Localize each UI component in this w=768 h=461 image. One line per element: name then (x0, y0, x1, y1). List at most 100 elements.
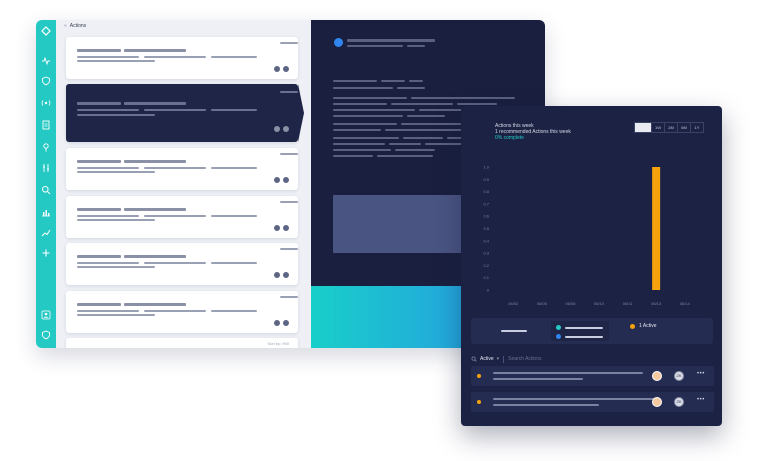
card-title-line (77, 303, 121, 306)
assignee-dot (283, 320, 289, 326)
detail-title-line (347, 39, 435, 42)
action-card[interactable] (66, 37, 298, 79)
breadcrumb[interactable]: «Actions (64, 23, 86, 29)
avatar-initials[interactable]: ZK (674, 371, 684, 381)
card-text-line (144, 215, 206, 217)
detail-text-line (333, 103, 387, 105)
detail-text-line (403, 137, 443, 139)
assignee-dot (274, 272, 280, 278)
detail-text-line (333, 109, 415, 111)
card-text-line (77, 219, 155, 221)
search-icon[interactable] (41, 185, 51, 195)
card-text-line (211, 167, 257, 169)
plus-icon[interactable] (41, 248, 51, 258)
card-title-line (124, 49, 186, 52)
detail-text-line (333, 137, 399, 139)
card-text-line (77, 167, 139, 169)
row-text-line (493, 378, 583, 380)
card-text-line (77, 171, 155, 173)
detail-text-line (395, 149, 435, 151)
detail-text-line (457, 103, 497, 105)
assignee-dot (283, 272, 289, 278)
avatar-initials[interactable]: ZK (674, 397, 684, 407)
logo-icon[interactable] (41, 26, 51, 36)
assignee-dot (274, 320, 280, 326)
actions-list-panel: «Actions Sort by: Hi/li (56, 20, 311, 348)
action-card[interactable] (66, 291, 298, 333)
assignee-dot (283, 225, 289, 231)
user-icon[interactable] (41, 310, 51, 320)
card-meta-line (280, 153, 298, 155)
x-tick-label: 06/11 (623, 301, 633, 306)
card-meta-line (280, 248, 298, 250)
search-input[interactable]: Search Actions (508, 356, 541, 362)
selection-notch (298, 84, 304, 142)
bar-chart-icon[interactable] (41, 207, 51, 217)
card-text-line (144, 262, 206, 264)
action-card[interactable] (66, 148, 298, 190)
legend-label-line (501, 330, 527, 332)
more-icon[interactable]: ••• (697, 397, 705, 403)
legend-series-group[interactable] (551, 321, 609, 341)
action-card[interactable] (66, 243, 298, 285)
status-bullet (334, 38, 343, 47)
signal-icon[interactable] (41, 98, 51, 108)
action-card[interactable] (66, 196, 298, 238)
marketing-composite: «Actions Sort by: Hi/li Actions this wee… (0, 0, 768, 461)
detail-heading-line (381, 80, 405, 82)
chevron-down-icon[interactable]: ▾ (497, 356, 500, 362)
avatar[interactable] (652, 371, 662, 381)
y-tick-label: 0.9 (483, 177, 489, 182)
chart-bar[interactable] (652, 167, 661, 290)
pin-icon[interactable] (41, 142, 51, 152)
sliders-icon[interactable] (41, 163, 51, 173)
avatar[interactable] (652, 397, 662, 407)
action-row[interactable]: ZK ••• (471, 392, 714, 412)
card-text-line (77, 114, 155, 116)
x-tick-label: 06/08 (565, 301, 576, 306)
chart-legend: 1 Active (471, 318, 713, 344)
card-title-line (77, 255, 121, 258)
badge-icon[interactable] (41, 330, 51, 340)
shield-icon[interactable] (41, 76, 51, 86)
card-text-line (144, 167, 206, 169)
card-meta-line (280, 91, 298, 93)
activity-icon[interactable] (41, 56, 51, 66)
y-tick-label: 0.4 (483, 238, 489, 243)
card-meta-line (280, 42, 298, 44)
card-text-line (77, 262, 139, 264)
detail-text-line (385, 129, 465, 131)
card-meta-line (280, 201, 298, 203)
card-text-line (77, 215, 139, 217)
x-tick-label: 06/14 (680, 301, 691, 306)
row-text-line (493, 404, 599, 406)
card-text-line (211, 56, 257, 58)
trend-icon[interactable] (41, 228, 51, 238)
x-tick-label: 06/05 (537, 301, 548, 306)
card-text-line (144, 109, 206, 111)
document-icon[interactable] (41, 120, 51, 130)
y-tick-label: 0 (487, 288, 490, 293)
card-text-line (144, 310, 206, 312)
y-tick-label: 0.2 (483, 263, 489, 268)
card-text-line (77, 266, 155, 268)
x-tick-label: 06/10 (594, 301, 605, 306)
sort-footnote[interactable]: Sort by: Hi/li (267, 341, 289, 346)
action-card-selected[interactable] (66, 84, 304, 142)
more-icon[interactable]: ••• (697, 371, 705, 377)
detail-text-line (391, 103, 453, 105)
status-filter[interactable]: Active (480, 356, 494, 362)
card-text-line (211, 109, 257, 111)
legend-series-line (565, 327, 603, 329)
legend-active-label: 1 Active (639, 323, 657, 329)
detail-heading-line (409, 80, 423, 82)
search-icon[interactable] (471, 356, 477, 362)
action-card-partial[interactable] (66, 338, 298, 348)
detail-text-line (389, 143, 421, 145)
detail-text-line (333, 149, 391, 151)
card-text-line (211, 215, 257, 217)
action-row[interactable]: ZK ••• (471, 366, 714, 386)
status-dot (477, 374, 481, 378)
y-tick-label: 0.1 (483, 275, 489, 280)
back-arrow-icon[interactable]: « (64, 23, 67, 29)
